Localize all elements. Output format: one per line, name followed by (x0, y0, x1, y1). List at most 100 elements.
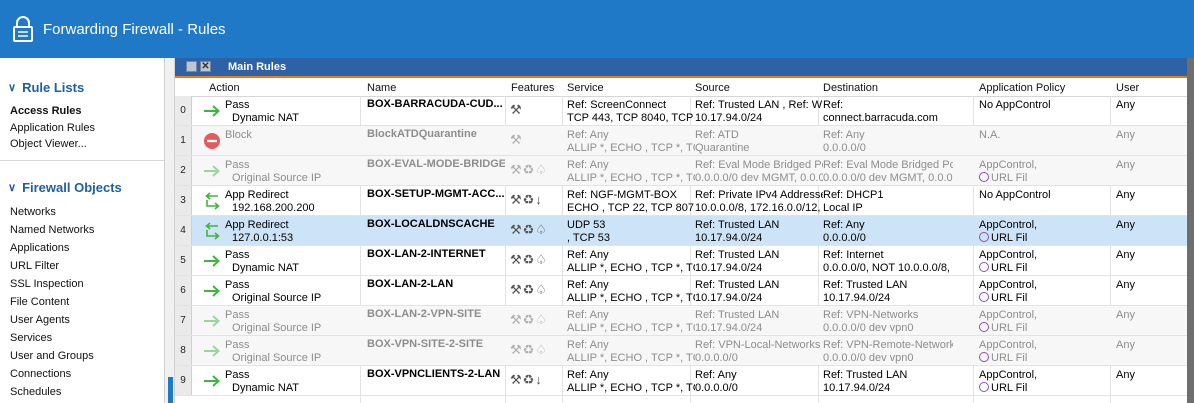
app-policy-icon (979, 262, 989, 272)
rule-destination-detail: 10.17.94.0/24 (823, 382, 891, 394)
rule-source: Ref: Private IPv4 Addresses (695, 189, 823, 201)
rule-app-policy-detail: URL Fil (979, 172, 1109, 184)
sidebar-item-ssl-inspection[interactable]: SSL Inspection (10, 278, 84, 290)
app-policy-icon (979, 352, 989, 362)
table-row[interactable]: 0 Pass Dynamic NAT BOX-BARRACUDA-CUD... ⚒ Ref… (175, 96, 1187, 126)
table-row[interactable]: 8 Pass Original Source IP BOX-VPN-SITE-2-SI… (175, 336, 1187, 366)
column-header-source[interactable]: Source (695, 82, 730, 94)
rule-service-detail: ECHO , TCP 22, TCP 807,... (567, 202, 695, 214)
rule-destination: Ref: Trusted LAN (823, 369, 908, 381)
column-header-user[interactable]: User (1116, 82, 1139, 94)
table-row[interactable]: 2 Pass Original Source IP BOX-EVAL-MODE-BRI… (175, 156, 1187, 186)
rule-action-detail: Original Source IP (232, 172, 322, 184)
rule-features-icons: ⚒♻♤ (510, 282, 548, 297)
rule-source: Ref: VPN-Local-Networks (695, 339, 821, 351)
row-index: 1 (175, 126, 192, 155)
sidebar-item-schedules[interactable]: Schedules (10, 386, 61, 398)
chevron-down-icon: ∨ (8, 82, 17, 94)
rule-user: Any (1116, 189, 1135, 201)
main-rules-panel: ✕ Main Rules Action Name Features Servic… (175, 58, 1187, 403)
rule-app-policy: AppControl, (979, 249, 1038, 261)
table-row[interactable]: 7 Pass Original Source IP BOX-LAN-2-VPN-SIT… (175, 306, 1187, 336)
rule-app-policy-detail: URL Fil (979, 232, 1109, 244)
panel-splitter[interactable] (165, 58, 175, 403)
rule-service-detail: ALLIP *, ECHO , TCP *, TC... (567, 142, 695, 154)
rule-service: Ref: ScreenConnect (567, 99, 667, 111)
column-header-service[interactable]: Service (567, 82, 604, 94)
sidebar-item-applications[interactable]: Applications (10, 242, 69, 254)
sidebar-item-application-rules[interactable]: Application Rules (10, 122, 95, 134)
table-row[interactable]: 9 Pass Dynamic NAT BOX-VPNCLIENTS-2-LAN ⚒♻↓ R… (175, 366, 1187, 396)
rule-source: Ref: Trusted LAN (695, 309, 780, 321)
splitter-handle[interactable] (168, 377, 173, 403)
rule-destination: Ref: Any (823, 129, 865, 141)
sidebar-item-url-filter[interactable]: URL Filter (10, 260, 59, 272)
table-row[interactable]: 6 Pass Original Source IP BOX-LAN-2-LAN ⚒♻♤ R… (175, 276, 1187, 306)
app-policy-icon (979, 292, 989, 302)
rule-user: Any (1116, 219, 1135, 231)
sidebar-item-networks[interactable]: Networks (10, 206, 56, 218)
rule-destination-detail: 0.0.0.0/0 dev vpn0 (823, 322, 914, 334)
rule-destination-detail: 0.0.0.0/0, NOT 10.0.0.0/8, ... (823, 262, 953, 274)
rule-app-policy: AppControl, (979, 279, 1038, 291)
rule-action: Pass (225, 279, 250, 291)
rule-destination-detail: 10.17.94.0/24 (823, 292, 891, 304)
sidebar-item-access-rules[interactable]: Access Rules (10, 105, 82, 117)
rule-source: Ref: Trusted LAN (695, 279, 780, 291)
table-row[interactable]: 4 App Redirect 127.0.0.1:53 BOX-LOCALDNSCAC… (175, 216, 1187, 246)
table-row[interactable]: 5 Pass Dynamic NAT BOX-LAN-2-INTERNET ⚒♻♤ Ref… (175, 246, 1187, 276)
sidebar-item-file-content[interactable]: File Content (10, 296, 69, 308)
pass-arrow-icon (204, 345, 220, 357)
panel-close-button[interactable]: ✕ (200, 61, 211, 72)
sidebar-item-services[interactable]: Services (10, 332, 52, 344)
app-policy-icon (979, 172, 989, 182)
rule-destination-detail: 0.0.0.0/0 (823, 142, 866, 154)
row-index: 5 (175, 246, 192, 275)
column-header-features[interactable]: Features (511, 82, 554, 94)
app-policy-icon (979, 322, 989, 332)
rule-action: Pass (225, 369, 250, 381)
rule-service-detail: ALLIP *, ECHO , TCP *, TC... (567, 322, 695, 334)
rule-features-icons: ⚒♻↓ (510, 192, 543, 207)
sidebar-item-user-and-groups[interactable]: User and Groups (10, 350, 94, 362)
rule-action-detail: Original Source IP (232, 322, 322, 334)
rule-features-icons: ⚒♻♤ (510, 342, 548, 357)
row-index: 4 (175, 216, 192, 245)
rule-source-detail: 10.17.94.0/24 (695, 322, 763, 334)
rule-source: Ref: Trusted LAN (695, 249, 780, 261)
pass-arrow-icon (204, 285, 220, 297)
sidebar-item-user-agents[interactable]: User Agents (10, 314, 70, 326)
sidebar-item-named-networks[interactable]: Named Networks (10, 224, 94, 236)
rule-app-policy: No AppControl (979, 99, 1051, 111)
rule-lists-header[interactable]: ∨ Rule Lists (8, 80, 84, 95)
rule-action-detail: 192.168.200.200 (232, 202, 315, 214)
rule-app-policy: AppControl, (979, 159, 1038, 171)
pass-arrow-icon (204, 375, 220, 387)
rule-name: BOX-BARRACUDA-CUD... (367, 98, 503, 110)
window-edge (1187, 58, 1194, 403)
rule-app-policy-detail: URL Fil (979, 352, 1109, 364)
rule-service: Ref: Any (567, 279, 609, 291)
column-header-destination[interactable]: Destination (823, 82, 878, 94)
column-header-name[interactable]: Name (367, 82, 396, 94)
sidebar-item-object-viewer[interactable]: Object Viewer... (10, 138, 87, 150)
rule-service-detail: TCP 443, TCP 8040, TCP ... (567, 112, 695, 124)
rule-app-policy-detail: URL Fil (979, 292, 1109, 304)
rule-source: Ref: Any (695, 369, 737, 381)
table-row[interactable]: 3 App Redirect 192.168.200.200 BOX-SETUP-MG… (175, 186, 1187, 216)
title-bar: Forwarding Firewall - Rules (0, 0, 1194, 58)
sidebar-item-connections[interactable]: Connections (10, 368, 71, 380)
sidebar-divider (0, 160, 164, 161)
rule-service: Ref: NGF-MGMT-BOX (567, 189, 677, 201)
table-row[interactable]: 1 Block BlockATDQuarantine ⚒ Ref: Any ALLIP *… (175, 126, 1187, 156)
rule-destination: Ref: Trusted LAN (823, 279, 908, 291)
firewall-objects-header[interactable]: ∨ Firewall Objects (8, 180, 122, 195)
panel-title: Main Rules (228, 61, 287, 73)
row-index: 9 (175, 366, 192, 395)
column-header-action[interactable]: Action (209, 82, 240, 94)
panel-restore-button[interactable] (186, 61, 197, 72)
column-header-application-policy[interactable]: Application Policy (979, 82, 1065, 94)
rule-source: Ref: ATD (695, 129, 739, 141)
rule-destination: Ref: Eval Mode Bridged Ports (823, 159, 953, 171)
redirect-icon (205, 222, 220, 240)
